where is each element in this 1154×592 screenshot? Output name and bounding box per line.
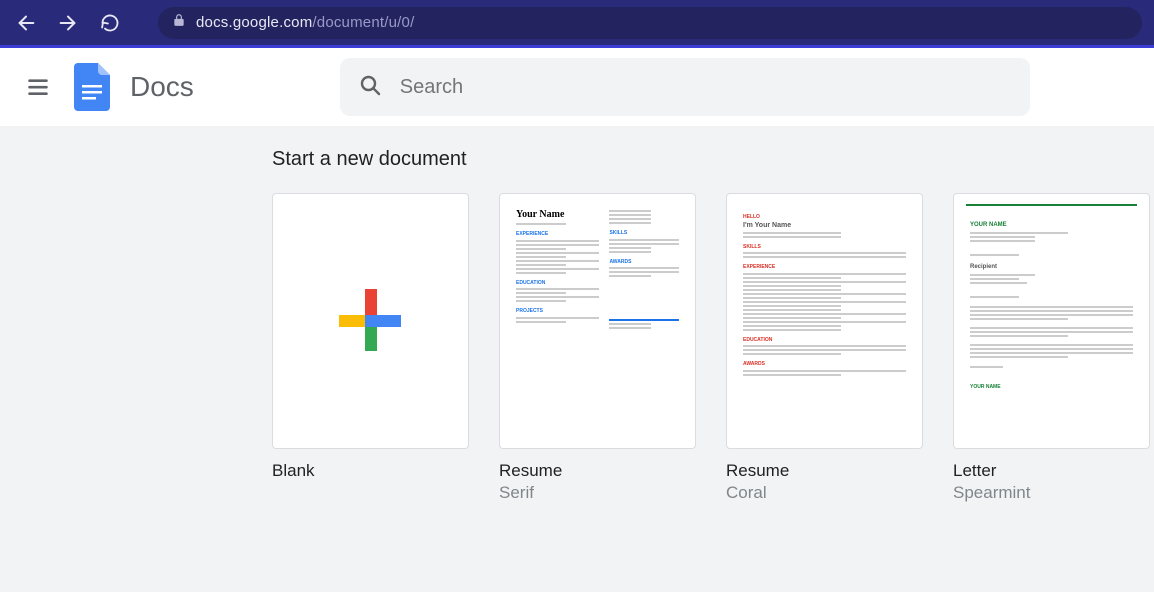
template-thumb-letter-spearmint: Your Name Recipient (953, 193, 1150, 449)
template-gallery: Start a new document Blank (0, 126, 1154, 592)
template-letter-spearmint[interactable]: Your Name Recipient (953, 193, 1150, 503)
arrow-right-icon (57, 12, 79, 34)
docs-logo-icon (74, 63, 110, 111)
browser-chrome: docs.google.com/document/u/0/ (0, 0, 1154, 48)
template-thumb-resume-serif: Your Name Experience Education Pr (499, 193, 696, 449)
template-thumb-resume-coral: Hello I'm Your Name Skills Experience Ed… (726, 193, 923, 449)
template-name: Blank (272, 461, 469, 481)
template-resume-serif[interactable]: Your Name Experience Education Pr (499, 193, 696, 503)
template-subtitle: Coral (726, 483, 923, 503)
search-input[interactable] (400, 76, 1012, 99)
lock-icon (172, 13, 186, 32)
arrow-left-icon (15, 12, 37, 34)
template-name: Resume (726, 461, 923, 481)
template-thumb-blank (272, 193, 469, 449)
template-resume-coral[interactable]: Hello I'm Your Name Skills Experience Ed… (726, 193, 923, 503)
url-text: docs.google.com/document/u/0/ (196, 14, 414, 31)
forward-button[interactable] (54, 9, 82, 37)
main-menu-button[interactable] (18, 67, 58, 107)
app-header: Docs (0, 48, 1154, 126)
address-bar[interactable]: docs.google.com/document/u/0/ (158, 7, 1142, 39)
app-title: Docs (130, 71, 194, 103)
template-name: Letter (953, 461, 1150, 481)
search-box[interactable] (340, 58, 1030, 116)
section-title: Start a new document (272, 148, 1154, 171)
reload-button[interactable] (96, 9, 124, 37)
template-subtitle: Serif (499, 483, 696, 503)
reload-icon (100, 13, 120, 33)
template-name: Resume (499, 461, 696, 481)
template-subtitle: Spearmint (953, 483, 1150, 503)
search-icon (358, 73, 382, 102)
hamburger-icon (25, 74, 51, 100)
template-row: Blank Your Name Experience (272, 193, 1154, 503)
template-blank[interactable]: Blank (272, 193, 469, 503)
plus-icon (335, 285, 407, 357)
back-button[interactable] (12, 9, 40, 37)
